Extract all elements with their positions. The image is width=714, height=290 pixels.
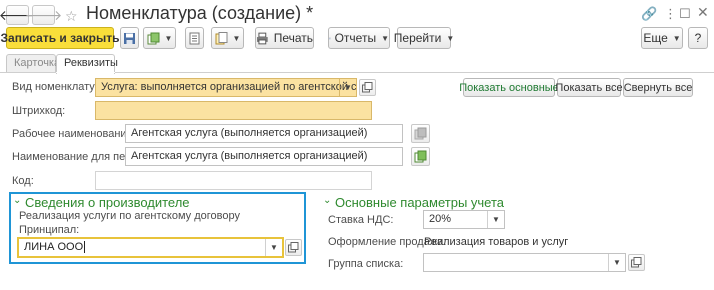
barcode-input[interactable] (95, 101, 372, 120)
reports-label: Отчеты (334, 31, 377, 45)
favorite-star-icon[interactable]: ☆ (65, 8, 78, 25)
group-label: Группа списка: (328, 258, 404, 270)
open-copy-icon (362, 82, 373, 93)
kind-value: Услуга: выполняется организацией по аген… (101, 81, 357, 93)
open-copy-icon (288, 242, 299, 253)
reports-button[interactable]: Отчеты ▼ (328, 27, 390, 49)
accounting-section-title[interactable]: Основные параметры учета (335, 195, 504, 210)
create-based-on-button[interactable]: ▼ (143, 27, 176, 49)
more-label: Еще (643, 31, 668, 45)
document-list-button[interactable] (185, 27, 204, 49)
collapse-caret-icon[interactable]: ⌄ (323, 195, 331, 206)
fill-from-work-name-icon (414, 150, 427, 163)
manufacturer-section-title[interactable]: Сведения о производителе (25, 195, 190, 210)
window-title: Номенклатура (создание) * (86, 3, 314, 23)
work-name-input[interactable]: Агентская услуга (выполняется организаци… (125, 124, 403, 143)
save-button[interactable] (120, 27, 139, 49)
go-to-button[interactable]: Перейти ▼ (393, 27, 454, 49)
open-principal-button[interactable] (285, 239, 302, 256)
print-label: Печать (273, 31, 313, 45)
principal-label: Принципал: (19, 224, 80, 236)
show-basic-button[interactable]: Показать основные (459, 78, 559, 97)
print-button[interactable]: Печать (255, 27, 314, 49)
sale-value: Реализация товаров и услуг (424, 236, 569, 248)
barcode-label: Штрихкод: (12, 105, 66, 117)
go-to-label: Перейти (393, 31, 442, 45)
tab-card[interactable]: Карточка (6, 54, 60, 73)
create-based-on-icon (147, 32, 160, 44)
close-icon[interactable]: ✕ (697, 4, 709, 21)
active-tab-gap (56, 72, 115, 73)
principal-select[interactable]: ЛИНА ООО ▼ (17, 237, 284, 258)
arrow-right-icon: 🡒 (24, 6, 63, 23)
printer-icon (256, 32, 268, 44)
manufacturer-note: Реализация услуги по агентскому договору (19, 210, 240, 222)
save-and-close-button[interactable]: Записать и закрыть (1, 27, 119, 49)
open-copy-icon (631, 257, 642, 268)
show-all-button[interactable]: Показать все (555, 78, 623, 97)
copy-icon (414, 127, 427, 140)
chevron-down-icon[interactable]: ▼ (265, 239, 282, 256)
work-name-edit-button[interactable] (411, 124, 430, 143)
chevron-down-icon[interactable]: ▼ (608, 254, 625, 271)
chevron-down-icon[interactable]: ▼ (487, 211, 504, 228)
save-icon (124, 32, 135, 44)
open-kind-button[interactable] (359, 79, 376, 96)
group-select[interactable]: ▼ (423, 253, 626, 272)
vat-value: 20% (429, 213, 452, 225)
code-input[interactable] (95, 171, 372, 190)
principal-value: ЛИНА ООО (24, 241, 84, 253)
vat-select[interactable]: 20% ▼ (423, 210, 505, 229)
open-group-button[interactable] (628, 254, 645, 271)
help-button[interactable]: ? (688, 27, 708, 49)
code-label: Код: (12, 175, 34, 187)
print-name-fill-button[interactable] (411, 147, 430, 166)
chevron-down-icon[interactable]: ▼ (339, 79, 356, 96)
tab-requisites[interactable]: Реквизиты (56, 54, 118, 74)
maximize-icon[interactable]: ☐ (679, 6, 691, 22)
more-button[interactable]: Еще ▼ (641, 27, 683, 49)
vat-label: Ставка НДС: (328, 214, 394, 226)
link-icon[interactable]: 🔗 (641, 6, 657, 22)
collapse-caret-icon[interactable]: ⌄ (13, 195, 21, 206)
menu-dots-icon[interactable]: ⋮ (664, 6, 677, 22)
collapse-all-button[interactable]: Свернуть все (623, 78, 693, 97)
print-name-input[interactable]: Агентская услуга (выполняется организаци… (125, 147, 403, 166)
attached-files-button[interactable]: ▼ (211, 27, 244, 49)
list-doc-icon (189, 32, 200, 44)
attached-files-icon (215, 31, 228, 44)
kind-select[interactable]: Услуга: выполняется организацией по аген… (95, 78, 357, 97)
forward-button[interactable]: 🡒 (25, 5, 62, 25)
reports-icon (329, 37, 331, 39)
work-name-label: Рабочее наименование: (12, 128, 136, 140)
